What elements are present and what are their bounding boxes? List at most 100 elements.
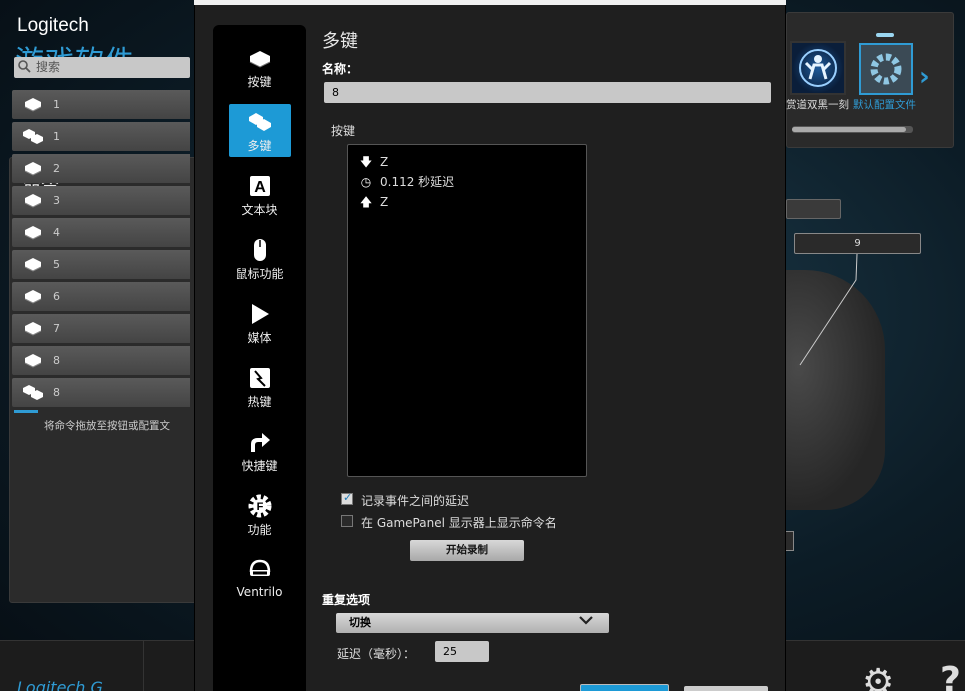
nav-label: 鼠标功能 bbox=[235, 267, 284, 281]
show-gamepanel-checkbox[interactable] bbox=[341, 515, 353, 527]
profile-1-icon[interactable] bbox=[790, 41, 846, 95]
chevron-down-icon[interactable] bbox=[578, 612, 594, 632]
button-assignment-field-9[interactable]: 9 bbox=[794, 233, 921, 254]
chevron-right-icon[interactable]: › bbox=[919, 62, 930, 92]
command-item-label: 8 bbox=[53, 354, 60, 367]
nav-label: 媒体 bbox=[247, 331, 272, 345]
hotkey-icon bbox=[249, 368, 270, 388]
command-item-label: 4 bbox=[53, 226, 60, 239]
key-icon bbox=[24, 194, 42, 208]
start-recording-button[interactable]: 开始录制 bbox=[410, 540, 524, 561]
keystroke-text: Z bbox=[380, 195, 389, 209]
nav-text-block[interactable]: A 文本块 bbox=[213, 174, 306, 218]
cancel-button[interactable] bbox=[684, 686, 768, 691]
nav-ventrilo[interactable]: Ventrilo bbox=[213, 558, 306, 599]
profile-1-label: 赏道双黑一刻 bbox=[786, 99, 849, 111]
command-item-label: 6 bbox=[53, 290, 60, 303]
profile-2-label: 默认配置文件 bbox=[853, 99, 916, 111]
nav-shortcut[interactable]: 快捷键 bbox=[213, 430, 306, 474]
command-item[interactable]: 8 bbox=[12, 378, 190, 407]
keystrokes-label: 按键 bbox=[331, 124, 356, 138]
command-item-label: 1 bbox=[53, 130, 60, 143]
play-icon bbox=[251, 304, 269, 324]
profile-active-indicator bbox=[876, 33, 894, 37]
nav-label: 按键 bbox=[247, 75, 272, 89]
arrow-down-icon: 🡇 bbox=[359, 155, 373, 169]
multikey-icon bbox=[23, 385, 43, 400]
profiles-scroll-thumb[interactable] bbox=[792, 127, 906, 132]
mouse-icon bbox=[253, 239, 266, 261]
button-assignment-field-partial[interactable] bbox=[786, 531, 794, 551]
repeat-mode-select[interactable]: 切换 bbox=[336, 613, 609, 633]
clock-icon: ◷ bbox=[360, 175, 372, 189]
command-item-label: 1 bbox=[53, 98, 60, 111]
nav-label: 文本块 bbox=[241, 203, 278, 217]
record-delays-label: 记录事件之间的延迟 bbox=[361, 494, 470, 508]
nav-mouse-function[interactable]: 鼠标功能 bbox=[213, 238, 306, 282]
button-assignment-field[interactable] bbox=[786, 199, 841, 219]
search-icon bbox=[18, 60, 31, 76]
shortcut-arrow-icon bbox=[250, 433, 270, 452]
logitech-g-logo: Logitech G bbox=[17, 678, 103, 691]
commands-scrollbar[interactable] bbox=[14, 410, 38, 413]
nav-hotkey[interactable]: 热键 bbox=[213, 366, 306, 410]
dialog-top-edge bbox=[194, 0, 786, 5]
record-delays-checkbox[interactable] bbox=[341, 491, 353, 505]
nav-multikey[interactable]: 多键 bbox=[213, 110, 306, 154]
command-item[interactable]: 5 bbox=[12, 250, 190, 279]
nav-label: 功能 bbox=[247, 523, 272, 537]
headset-icon bbox=[249, 559, 270, 576]
command-item[interactable]: 7 bbox=[12, 314, 190, 343]
command-item-label: 3 bbox=[53, 194, 60, 207]
commands-list: 1 1 2 3 4 5 6 7 8 8 bbox=[12, 90, 190, 410]
command-item[interactable]: 3 bbox=[12, 186, 190, 215]
svg-text:F: F bbox=[256, 501, 263, 513]
command-item[interactable]: 1 bbox=[12, 122, 190, 151]
settings-gear-icon[interactable]: ⚙ bbox=[862, 662, 894, 691]
bottom-divider bbox=[143, 640, 144, 691]
key-icon bbox=[24, 226, 42, 240]
profile-2-gear-icon[interactable] bbox=[859, 43, 913, 95]
callout-line bbox=[799, 253, 858, 366]
key-icon bbox=[24, 322, 42, 336]
command-item-label: 2 bbox=[53, 162, 60, 175]
nav-keystroke[interactable]: 按键 bbox=[213, 46, 306, 90]
logitech-brand: Logitech bbox=[17, 15, 89, 36]
nav-function[interactable]: F 功能 bbox=[213, 494, 306, 538]
nav-label: 快捷键 bbox=[241, 459, 278, 473]
command-item[interactable]: 6 bbox=[12, 282, 190, 311]
keystroke-row[interactable]: 🡇 Z bbox=[358, 153, 388, 174]
nav-label: 热键 bbox=[247, 395, 272, 409]
show-gamepanel-label: 在 GamePanel 显示器上显示命令名 bbox=[361, 516, 557, 530]
key-icon bbox=[24, 162, 42, 176]
keystroke-row[interactable]: 🡅 Z bbox=[358, 193, 388, 214]
help-icon[interactable]: ? bbox=[940, 660, 961, 691]
name-input[interactable]: 8 bbox=[324, 82, 771, 103]
delay-input[interactable]: 25 bbox=[435, 641, 489, 662]
nav-label: 多键 bbox=[247, 139, 272, 153]
command-item-label: 5 bbox=[53, 258, 60, 271]
command-item[interactable]: 4 bbox=[12, 218, 190, 247]
command-item-label: 8 bbox=[53, 386, 60, 399]
svg-text:A: A bbox=[254, 179, 266, 196]
command-item[interactable]: 8 bbox=[12, 346, 190, 375]
ok-button[interactable] bbox=[580, 684, 669, 691]
name-label: 名称： bbox=[322, 62, 359, 76]
dialog-title: 多键 bbox=[322, 31, 358, 52]
command-item[interactable]: 2 bbox=[12, 154, 190, 183]
nav-media[interactable]: 媒体 bbox=[213, 302, 306, 346]
multikey-icon bbox=[23, 129, 43, 144]
keystroke-text: 0.112 秒延迟 bbox=[380, 175, 455, 189]
keycap-icon bbox=[249, 51, 270, 68]
commands-search-input[interactable]: 搜索 bbox=[14, 57, 190, 78]
key-icon bbox=[24, 258, 42, 272]
text-block-icon: A bbox=[249, 176, 270, 196]
command-item-label: 7 bbox=[53, 322, 60, 335]
delay-label: 延迟（毫秒）： bbox=[337, 647, 416, 661]
key-icon bbox=[24, 354, 42, 368]
key-icon bbox=[24, 290, 42, 304]
keystroke-text: Z bbox=[380, 155, 389, 169]
command-item[interactable]: 1 bbox=[12, 90, 190, 119]
keystroke-row[interactable]: ◷ 0.112 秒延迟 bbox=[358, 173, 454, 190]
multikey-icon bbox=[248, 113, 271, 131]
